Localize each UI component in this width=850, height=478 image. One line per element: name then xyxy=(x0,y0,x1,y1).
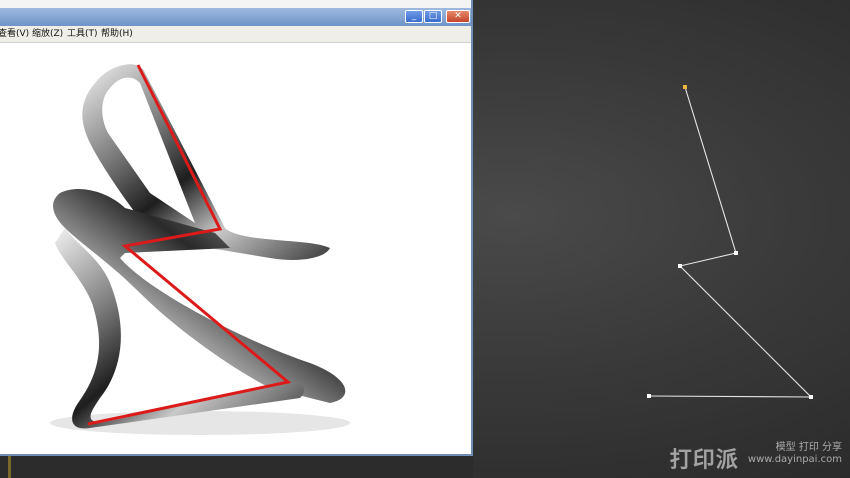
watermark: 打印派 模型 打印 分享 www.dayinpai.com xyxy=(670,442,842,474)
reference-image xyxy=(0,43,471,454)
image-viewer-window: _ □ ✕ 查看(V) 缩放(Z) 工具(T) 帮助(H) xyxy=(0,0,473,456)
menu-help[interactable]: 帮助(H) xyxy=(101,26,133,42)
chrome-chair-image xyxy=(50,64,350,435)
minimize-button[interactable]: _ xyxy=(405,10,423,23)
viewer-menubar: 查看(V) 缩放(Z) 工具(T) 帮助(H) xyxy=(0,26,471,43)
viewer-titlebar[interactable]: _ □ ✕ xyxy=(0,8,471,26)
spline-vertex-selected[interactable] xyxy=(683,85,687,89)
spline-vertex[interactable] xyxy=(647,394,651,398)
spline-vertex[interactable] xyxy=(809,395,813,399)
spline-line xyxy=(648,86,813,398)
watermark-brand: 打印派 xyxy=(669,448,739,473)
viewport-bottom-strip xyxy=(0,456,473,478)
close-button[interactable]: ✕ xyxy=(446,10,470,23)
spline-drawing xyxy=(647,85,813,399)
status-marker xyxy=(8,456,11,478)
viewport-3d[interactable] xyxy=(473,0,850,478)
maximize-button[interactable]: □ xyxy=(424,10,442,23)
chair-leg xyxy=(55,228,305,429)
spline-vertex[interactable] xyxy=(734,251,738,255)
menu-tools[interactable]: 工具(T) xyxy=(67,26,98,42)
spline-vertex[interactable] xyxy=(678,264,682,268)
menu-zoom[interactable]: 缩放(Z) xyxy=(32,26,63,42)
watermark-subtitle: 模型 打印 分享 xyxy=(775,442,842,453)
watermark-url: www.dayinpai.com xyxy=(747,454,842,465)
menu-view[interactable]: 查看(V) xyxy=(0,26,29,42)
